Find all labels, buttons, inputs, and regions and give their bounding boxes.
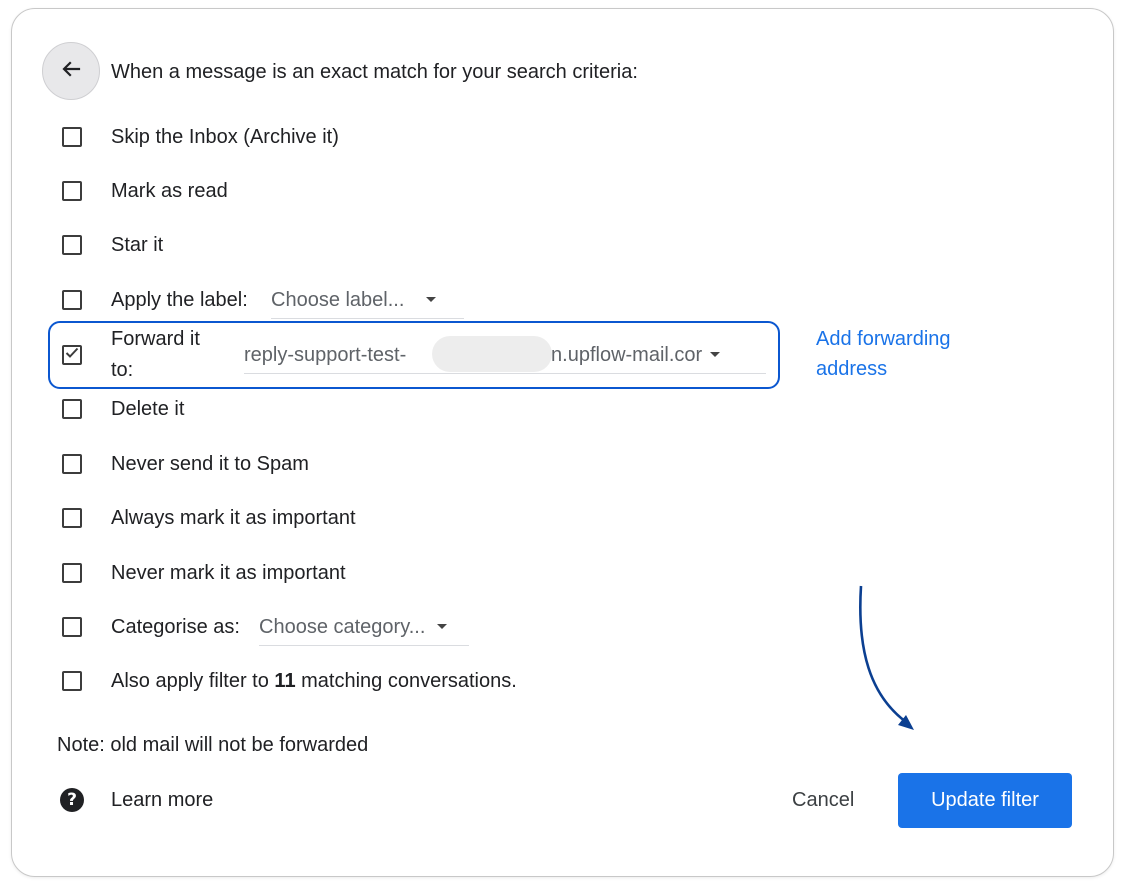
caret-down-icon [710,352,721,357]
categorise-label: Categorise as: [111,616,240,638]
categorise-checkbox[interactable] [62,617,82,637]
header-text: When a message is an exact match for you… [111,61,638,83]
star-it-checkbox[interactable] [62,235,82,255]
apply-existing-checkbox[interactable] [62,671,82,691]
mark-read-label: Mark as read [111,180,228,202]
apply-existing-suffix: matching conversations. [295,670,517,692]
apply-existing-label: Also apply filter to 11 matching convers… [111,669,517,693]
never-important-checkbox[interactable] [62,563,82,583]
always-important-label: Always mark it as important [111,507,356,529]
caret-down-icon [437,624,448,629]
caret-down-icon [426,297,437,302]
add-forwarding-link-line1[interactable]: Add forwarding [816,324,951,354]
category-select-value: Choose category... [259,616,426,638]
label-select[interactable]: Choose label... [271,288,464,319]
learn-more-link[interactable]: Learn more [111,788,213,812]
star-it-label: Star it [111,234,164,256]
forward-checkbox[interactable] [62,345,82,365]
help-circle-icon[interactable]: ? [60,788,84,812]
cancel-button[interactable]: Cancel [792,788,854,812]
skip-inbox-label: Skip the Inbox (Archive it) [111,126,339,148]
delete-label: Delete it [111,398,185,420]
never-spam-checkbox[interactable] [62,454,82,474]
label-select-value: Choose label... [271,289,405,311]
matching-count: 11 [274,670,296,692]
forward-label-line1: Forward it [111,328,200,350]
always-important-checkbox[interactable] [62,508,82,528]
never-spam-label: Never send it to Spam [111,453,309,475]
category-select[interactable]: Choose category... [259,615,469,646]
forward-label-line2: to: [111,359,134,381]
delete-checkbox[interactable] [62,399,82,419]
forward-address-suffix: @in.upflow-mail.cor [526,344,703,366]
apply-label-checkbox[interactable] [62,290,82,310]
update-filter-button[interactable]: Update filter [898,773,1072,828]
annotation-arrow [859,585,914,730]
arrow-left-icon [61,59,81,84]
back-button[interactable] [42,42,100,100]
never-important-label: Never mark it as important [111,562,346,584]
note-text: Note: old mail will not be forwarded [57,734,369,756]
skip-inbox-checkbox[interactable] [62,127,82,147]
apply-existing-prefix: Also apply filter to [111,670,275,692]
forward-address-prefix: reply-support-test- [244,344,407,366]
check-icon [65,346,79,364]
apply-label-label: Apply the label: [111,289,248,311]
add-forwarding-link-line2[interactable]: address [816,354,887,384]
mark-read-checkbox[interactable] [62,181,82,201]
redacted-address [432,336,552,372]
